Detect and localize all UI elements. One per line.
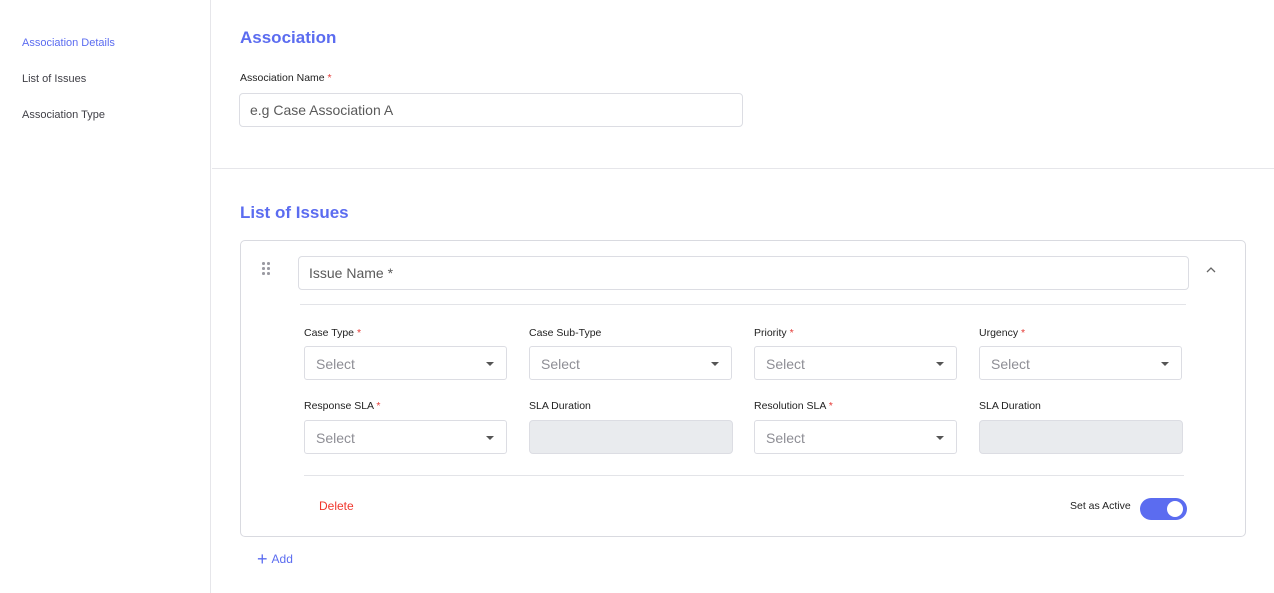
urgency-select[interactable]: Select: [979, 346, 1182, 380]
set-active-label: Set as Active: [1070, 500, 1131, 512]
resolution-sla-select[interactable]: Select: [754, 420, 957, 454]
add-label: Add: [271, 552, 293, 566]
urgency-label: Urgency *: [979, 327, 1026, 339]
issues-title: List of Issues: [240, 203, 349, 222]
resolution-sla-duration-field: [979, 420, 1183, 454]
priority-select[interactable]: Select: [754, 346, 957, 380]
plus-icon: +: [257, 549, 268, 569]
main-content: Association Association Name * List of I…: [212, 0, 1274, 593]
association-name-input[interactable]: [239, 93, 743, 127]
sidebar: Association Details List of Issues Assoc…: [0, 0, 211, 593]
sidebar-item-association-type[interactable]: Association Type: [22, 109, 105, 121]
issue-card: Case Type * Case Sub-Type Priority * Urg…: [240, 240, 1246, 537]
drag-handle-icon[interactable]: [262, 262, 272, 276]
association-name-label: Association Name *: [240, 72, 332, 84]
section-divider: [212, 168, 1274, 169]
case-type-select[interactable]: Select: [304, 346, 507, 380]
case-type-label: Case Type *: [304, 327, 362, 339]
card-divider-top: [300, 304, 1186, 305]
caret-down-icon: [711, 362, 719, 366]
response-sla-duration-field: [529, 420, 733, 454]
card-divider-bottom: [304, 475, 1184, 476]
association-title: Association: [240, 28, 337, 47]
sidebar-item-association-details[interactable]: Association Details: [22, 37, 115, 49]
add-issue-button[interactable]: + Add: [257, 549, 293, 569]
association-name-label-text: Association Name: [240, 72, 325, 84]
caret-down-icon: [486, 436, 494, 440]
response-sla-duration-label: SLA Duration: [529, 400, 591, 412]
case-sub-type-select[interactable]: Select: [529, 346, 732, 380]
response-sla-select[interactable]: Select: [304, 420, 507, 454]
resolution-sla-duration-label: SLA Duration: [979, 400, 1041, 412]
caret-down-icon: [486, 362, 494, 366]
toggle-knob: [1167, 501, 1183, 517]
caret-down-icon: [936, 362, 944, 366]
sidebar-item-list-of-issues[interactable]: List of Issues: [22, 73, 86, 85]
set-active-toggle[interactable]: [1140, 498, 1187, 520]
chevron-up-icon[interactable]: [1204, 263, 1218, 277]
case-sub-type-label: Case Sub-Type: [529, 327, 602, 339]
priority-label: Priority *: [754, 327, 794, 339]
caret-down-icon: [1161, 362, 1169, 366]
response-sla-label: Response SLA *: [304, 400, 381, 412]
delete-button[interactable]: Delete: [319, 499, 354, 513]
resolution-sla-label: Resolution SLA *: [754, 400, 833, 412]
caret-down-icon: [936, 436, 944, 440]
issue-name-input[interactable]: [298, 256, 1189, 290]
required-mark: *: [327, 72, 332, 84]
